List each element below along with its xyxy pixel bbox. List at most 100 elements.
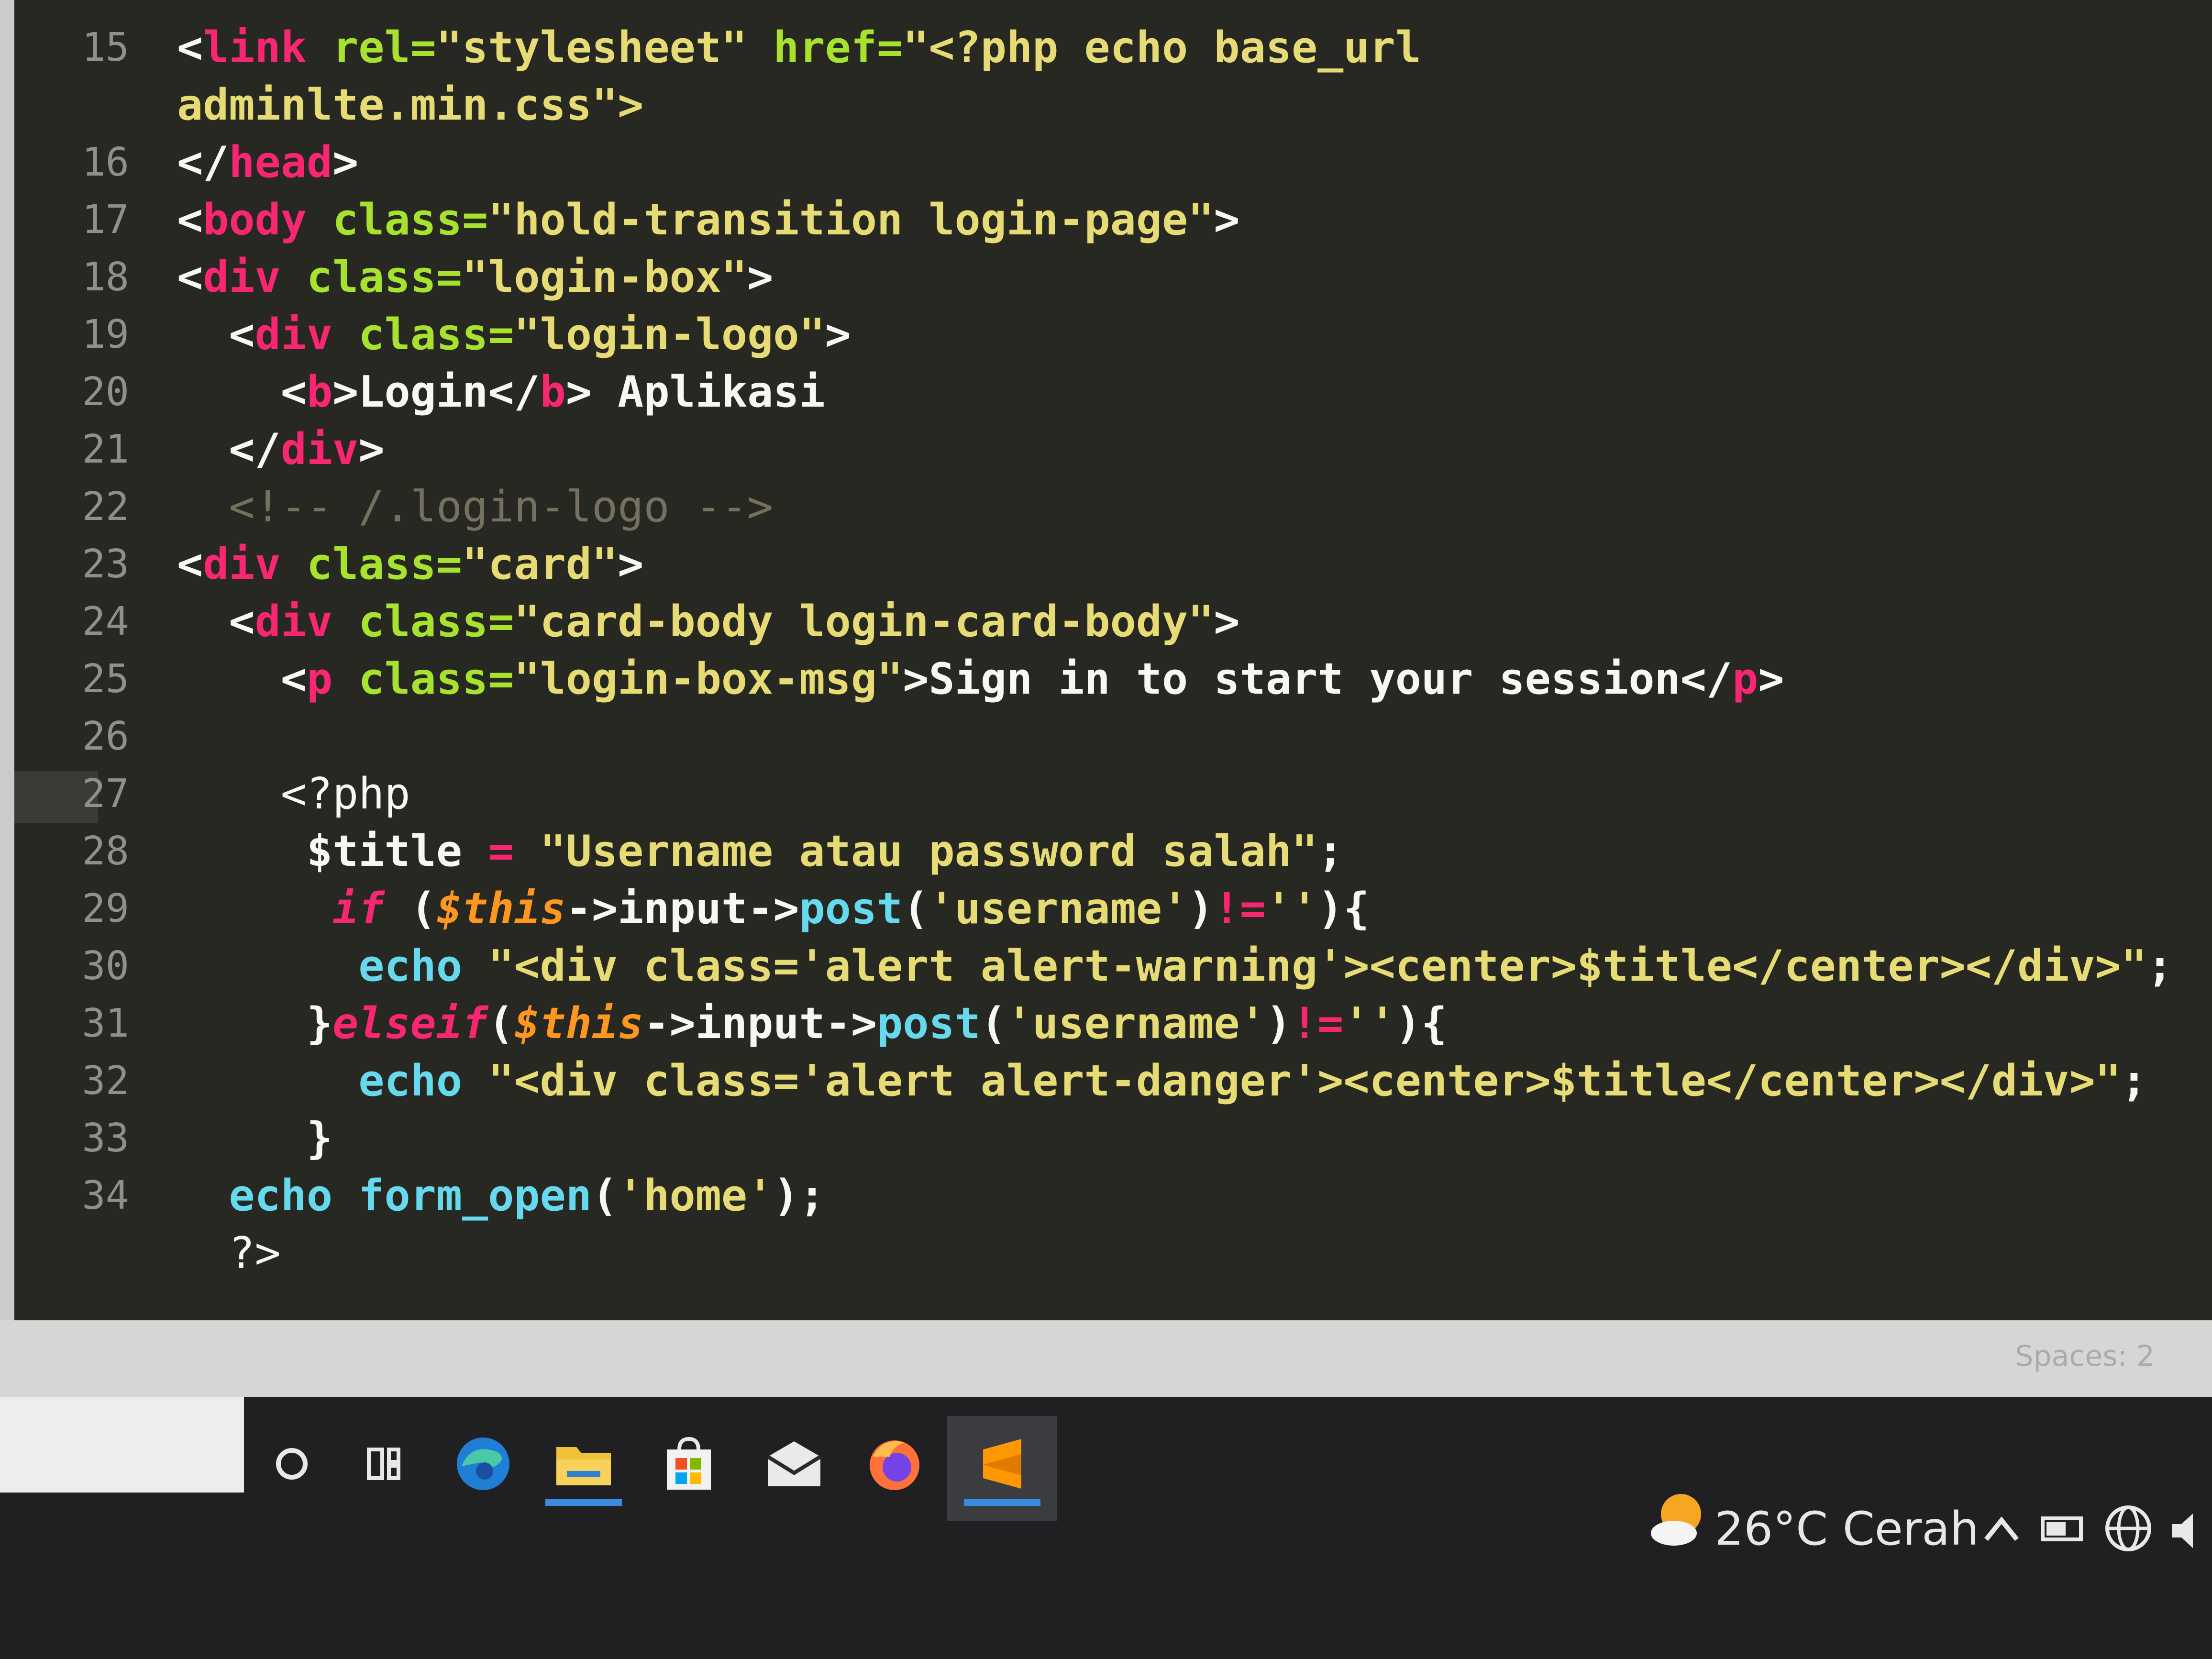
taskbar-search-area[interactable] <box>0 1397 244 1493</box>
code-token: "login-box-msg" <box>514 654 903 704</box>
code-text: <div class="login-box"> <box>177 249 773 306</box>
edge-browser-icon[interactable] <box>440 1416 526 1512</box>
code-token: "<div class='alert alert-warning'><cente… <box>462 941 2147 991</box>
code-line[interactable]: 23 <div class="card"> <box>14 536 2212 593</box>
code-token: elseif <box>332 998 488 1049</box>
code-token: < <box>177 195 203 245</box>
code-text: <b>Login</b> Aplikasi <box>177 364 825 421</box>
code-line[interactable]: 24 <div class="card-body login-card-body… <box>14 593 2212 651</box>
code-line[interactable]: 20 <b>Login</b> Aplikasi <box>14 364 2212 421</box>
code-token: '' <box>1265 884 1318 934</box>
code-token: "<?php echo base_url <box>903 22 1421 73</box>
code-line[interactable]: 25 <p class="login-box-msg">Sign in to s… <box>14 651 2212 708</box>
code-line[interactable]: 19 <div class="login-logo"> <box>14 306 2212 364</box>
line-number: 30 <box>82 943 129 989</box>
code-line[interactable]: 22 <!-- /.login-logo --> <box>14 478 2212 536</box>
code-text: <div class="login-logo"> <box>177 306 851 364</box>
task-view-icon[interactable] <box>344 1416 431 1512</box>
weather-label[interactable]: 26°C Cerah <box>1714 1502 1979 1556</box>
code-token: > <box>618 539 644 589</box>
code-token: </ <box>177 424 281 475</box>
line-number: 26 <box>82 714 129 759</box>
speaker-icon[interactable] <box>2169 1507 2207 1557</box>
code-token: post <box>877 998 981 1049</box>
code-line[interactable]: ?> <box>14 1225 2212 1282</box>
code-token: ( <box>980 998 1006 1049</box>
code-token: = <box>488 826 514 876</box>
line-number: 24 <box>82 599 129 644</box>
code-token: "login-logo" <box>514 310 825 360</box>
code-token: head <box>229 137 333 188</box>
code-text: echo form_open('home'); <box>177 1167 825 1225</box>
code-token: echo <box>229 1171 333 1221</box>
editor-status-bar: Spaces: 2 <box>0 1320 2212 1397</box>
code-token: href= <box>747 22 903 73</box>
battery-icon[interactable] <box>2040 1512 2088 1548</box>
code-token: <!-- /.login-logo --> <box>177 482 774 532</box>
code-token: "card-body login-card-body" <box>514 597 1214 647</box>
mail-icon[interactable] <box>751 1416 837 1512</box>
code-token: < <box>177 310 255 360</box>
code-token: >Login</ <box>332 367 540 417</box>
code-line[interactable]: 16 </head> <box>14 134 2212 191</box>
code-line[interactable]: 18 <div class="login-box"> <box>14 249 2212 306</box>
code-line[interactable]: 27 <?php <box>14 765 2212 823</box>
code-token: < <box>177 654 307 704</box>
line-number: 20 <box>82 369 129 415</box>
code-token: != <box>1214 884 1266 934</box>
code-token: > <box>332 137 359 188</box>
chevron-up-icon[interactable] <box>1982 1512 2021 1548</box>
code-token: 'home' <box>618 1171 774 1221</box>
code-line[interactable]: 17 <body class="hold-transition login-pag… <box>14 191 2212 249</box>
firefox-icon[interactable] <box>852 1416 938 1512</box>
search-circle-icon[interactable] <box>249 1416 335 1512</box>
code-token: "<div class='alert alert-danger'><center… <box>462 1056 2121 1106</box>
code-token: > <box>825 310 851 360</box>
code-line[interactable]: 29 if ($this->input->post('username')!='… <box>14 880 2212 938</box>
code-token: class= <box>280 539 463 589</box>
code-line[interactable]: 32 echo "<div class='alert alert-danger'… <box>14 1052 2212 1110</box>
code-line[interactable]: 33 } <box>14 1110 2212 1167</box>
line-number: 34 <box>82 1173 129 1218</box>
code-token: > Aplikasi <box>565 367 825 417</box>
store-icon[interactable] <box>646 1416 732 1512</box>
code-token: echo <box>358 1056 463 1106</box>
active-app-underline <box>545 1499 622 1506</box>
line-number: 15 <box>82 25 129 70</box>
code-token: > <box>1214 597 1240 647</box>
line-number: 32 <box>82 1058 129 1104</box>
code-editor[interactable]: 15 <link rel="stylesheet" href="<?php ech… <box>14 0 2212 1320</box>
code-line[interactable]: 15 <link rel="stylesheet" href="<?php ech… <box>14 19 2212 77</box>
code-token: adminlte.min.css"> <box>177 80 644 130</box>
indentation-status[interactable]: Spaces: 2 <box>2015 1339 2155 1373</box>
code-text: adminlte.min.css"> <box>177 77 643 134</box>
code-text: </div> <box>177 421 385 478</box>
code-token: > <box>358 424 385 475</box>
code-line[interactable]: 28 $title = "Username atau password sala… <box>14 823 2212 880</box>
code-line[interactable]: adminlte.min.css"> <box>14 77 2212 134</box>
code-token: "card" <box>462 539 618 589</box>
line-number: 23 <box>82 542 129 587</box>
code-token: ) <box>1188 884 1214 934</box>
code-token: 'username' <box>929 884 1188 934</box>
code-line[interactable]: 31 }elseif($this->input->post('username'… <box>14 995 2212 1052</box>
line-number: 31 <box>82 1001 129 1046</box>
weather-sun-cloud-icon[interactable] <box>1648 1488 1710 1552</box>
code-line[interactable]: 21 </div> <box>14 421 2212 478</box>
code-text: <div class="card"> <box>177 536 643 593</box>
code-token: } <box>177 1113 333 1163</box>
code-token: } <box>177 998 333 1049</box>
code-token: ( <box>488 998 514 1049</box>
code-line[interactable]: 30 echo "<div class='alert alert-warning… <box>14 938 2212 995</box>
code-line[interactable]: 34 echo form_open('home'); <box>14 1167 2212 1225</box>
file-explorer-icon[interactable] <box>541 1416 627 1512</box>
code-token: class= <box>332 654 514 704</box>
sublime-text-icon[interactable] <box>959 1416 1045 1512</box>
code-line[interactable]: 26 <box>14 708 2212 765</box>
code-token: div <box>254 310 333 360</box>
code-token: ; <box>1317 826 1344 876</box>
code-text: echo "<div class='alert alert-warning'><… <box>177 938 2173 995</box>
globe-network-icon[interactable] <box>2102 1502 2155 1557</box>
